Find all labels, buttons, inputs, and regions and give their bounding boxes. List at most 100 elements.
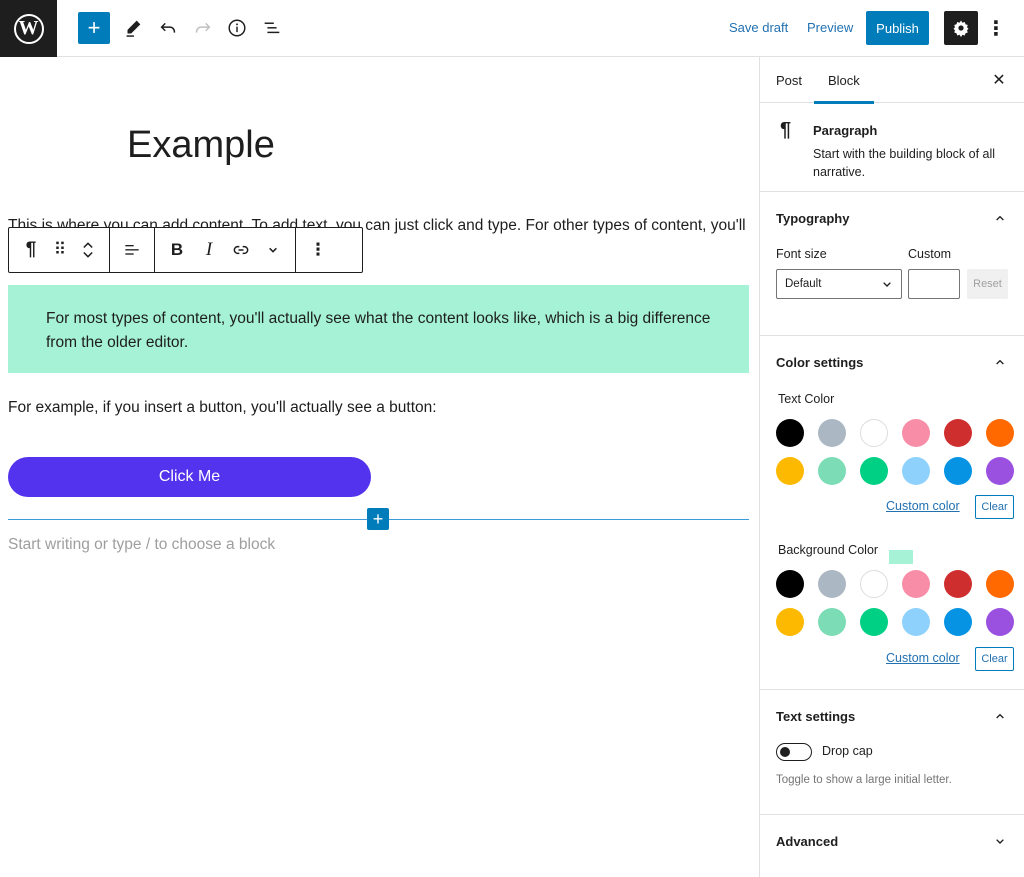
color-swatch[interactable] (818, 570, 846, 598)
color-swatch[interactable] (944, 608, 972, 636)
font-size-value: Default (785, 278, 822, 290)
align-button[interactable] (116, 232, 148, 268)
custom-size-label: Custom (908, 247, 952, 261)
font-size-label: Font size (776, 247, 827, 261)
publish-button[interactable]: Publish (866, 11, 929, 45)
text-settings-panel: Text settings Drop cap Toggle to show a … (760, 690, 1024, 815)
editor-canvas: Example This is where you can add conten… (0, 57, 760, 877)
color-swatch[interactable] (944, 457, 972, 485)
link-icon (233, 245, 249, 255)
wordpress-logo-button[interactable]: W (0, 0, 57, 57)
color-swatch[interactable] (986, 457, 1014, 485)
move-up-down-icon (83, 242, 93, 258)
list-view-icon (264, 22, 280, 34)
text-color-palette (776, 419, 1014, 485)
redo-button[interactable] (187, 12, 219, 44)
color-swatch[interactable] (902, 457, 930, 485)
chevron-up-icon (990, 208, 1010, 228)
reset-font-size-button[interactable]: Reset (967, 269, 1008, 299)
tab-post[interactable]: Post (776, 57, 802, 103)
chevron-down-icon (883, 282, 891, 287)
close-icon: ✕ (992, 72, 1006, 89)
advanced-panel: Advanced (760, 815, 1024, 867)
color-swatch[interactable] (986, 419, 1014, 447)
save-draft-button[interactable]: Save draft (729, 20, 788, 35)
sidebar-tabs: Post Block ✕ (760, 57, 1024, 104)
color-swatch[interactable] (860, 419, 888, 447)
post-title[interactable]: Example (127, 124, 275, 167)
color-swatch[interactable] (860, 570, 888, 598)
settings-button[interactable] (944, 11, 978, 45)
block-toolbar: ¶ ⠿ B I ⋮ (8, 227, 363, 273)
panel-title: Text settings (776, 708, 856, 724)
chevron-up-icon (990, 706, 1010, 726)
preview-button[interactable]: Preview (807, 20, 853, 35)
custom-font-size-input[interactable] (908, 269, 960, 299)
font-size-select[interactable]: Default (776, 269, 902, 299)
more-vertical-icon: ⋮ (309, 240, 327, 259)
list-view-button[interactable] (256, 12, 288, 44)
block-options-button[interactable]: ⋮ (302, 232, 334, 268)
redo-icon (195, 22, 211, 33)
undo-button[interactable] (152, 12, 184, 44)
italic-button[interactable]: I (193, 232, 225, 268)
color-swatch[interactable] (776, 419, 804, 447)
color-swatch[interactable] (944, 419, 972, 447)
background-color-label: Background Color (778, 543, 879, 557)
inline-inserter-button[interactable]: + (367, 508, 389, 530)
close-sidebar-button[interactable]: ✕ (988, 69, 1010, 91)
block-toolbar-group-align (110, 228, 155, 272)
typography-panel-toggle[interactable]: Typography (760, 192, 1024, 244)
editor-header: W + Save draft Preview Publish ⋮ (0, 0, 1024, 57)
background-color-clear-button[interactable]: Clear (975, 647, 1014, 671)
typography-panel: Typography Font size Custom Default Rese… (760, 192, 1024, 336)
pencil-icon (126, 20, 141, 37)
options-menu-button[interactable]: ⋮ (984, 14, 1008, 42)
drop-cap-label: Drop cap (822, 744, 873, 758)
add-block-button[interactable]: + (78, 12, 110, 44)
block-toolbar-group-block: ¶ ⠿ (9, 228, 110, 272)
block-type-button[interactable]: ¶ (15, 232, 47, 268)
text-color-label: Text Color (778, 392, 835, 406)
tools-button[interactable] (117, 12, 149, 44)
block-toolbar-group-options: ⋮ (296, 228, 340, 272)
color-swatch[interactable] (860, 608, 888, 636)
paragraph-block-2[interactable]: For example, if you insert a button, you… (8, 399, 437, 417)
tab-block[interactable]: Block (814, 57, 874, 104)
color-swatch[interactable] (902, 419, 930, 447)
click-me-button[interactable]: Click Me (8, 457, 371, 497)
move-block-button[interactable] (73, 232, 103, 268)
drag-handle[interactable]: ⠿ (47, 232, 73, 268)
color-swatch[interactable] (818, 608, 846, 636)
link-button[interactable] (225, 232, 257, 268)
color-settings-panel-toggle[interactable]: Color settings (760, 336, 1024, 388)
color-swatch[interactable] (776, 457, 804, 485)
empty-block-placeholder[interactable]: Start writing or type / to choose a bloc… (8, 536, 275, 554)
drag-handle-icon: ⠿ (53, 240, 67, 259)
color-swatch[interactable] (860, 457, 888, 485)
color-swatch[interactable] (986, 608, 1014, 636)
advanced-panel-toggle[interactable]: Advanced (760, 815, 1024, 867)
background-color-palette (776, 570, 1014, 636)
color-swatch[interactable] (818, 419, 846, 447)
color-swatch[interactable] (902, 608, 930, 636)
bold-button[interactable]: B (161, 232, 193, 268)
color-swatch[interactable] (776, 570, 804, 598)
color-swatch[interactable] (902, 570, 930, 598)
block-card: ¶ Paragraph Start with the building bloc… (760, 103, 1024, 192)
panel-title: Advanced (776, 833, 839, 849)
text-custom-color-link[interactable]: Custom color (886, 499, 960, 513)
color-swatch[interactable] (776, 608, 804, 636)
background-custom-color-link[interactable]: Custom color (886, 651, 960, 665)
more-formatting-button[interactable] (257, 232, 289, 268)
text-color-clear-button[interactable]: Clear (975, 495, 1014, 519)
block-card-title: Paragraph (813, 123, 878, 138)
color-swatch[interactable] (986, 570, 1014, 598)
chevron-down-icon (269, 247, 277, 253)
highlighted-paragraph-block[interactable]: For most types of content, you'll actual… (8, 285, 749, 373)
drop-cap-toggle[interactable] (776, 743, 812, 761)
details-button[interactable] (221, 12, 253, 44)
color-swatch[interactable] (818, 457, 846, 485)
color-swatch[interactable] (944, 570, 972, 598)
text-settings-panel-toggle[interactable]: Text settings (760, 690, 1024, 742)
